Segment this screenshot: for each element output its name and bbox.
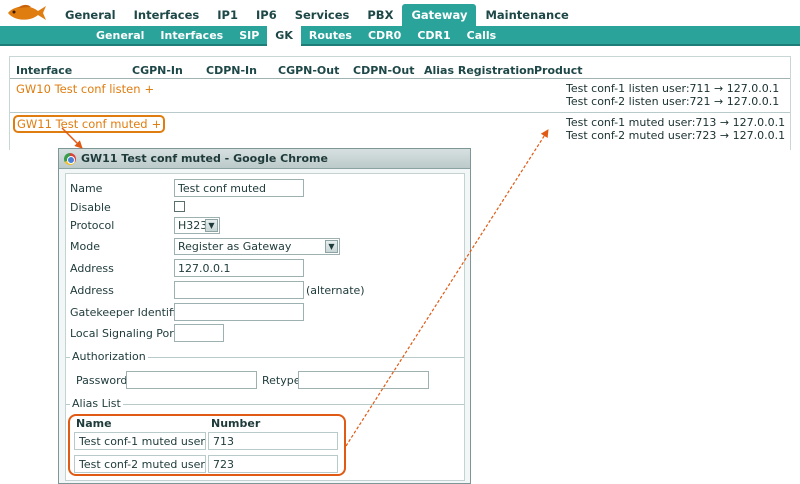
alternate-address-label: Address — [70, 284, 114, 297]
add-plus[interactable]: + — [144, 82, 154, 96]
interface-name: GW10 Test conf listen — [16, 82, 141, 96]
top-nav-interfaces[interactable]: Interfaces — [125, 4, 209, 26]
sub-nav-cdr0[interactable]: CDR0 — [360, 26, 409, 46]
chevron-down-icon[interactable]: ▼ — [205, 219, 218, 232]
top-nav-general[interactable]: General — [56, 4, 125, 26]
alias-text: Test conf-2 listen user:721 — [566, 95, 711, 108]
top-nav-pbx[interactable]: PBX — [358, 4, 402, 26]
arrow-right-icon: → — [719, 129, 730, 142]
col-cgpn-in: CGPN-In — [132, 64, 183, 77]
mode-label: Mode — [70, 240, 100, 253]
arrow-right-icon: → — [714, 95, 724, 108]
local-signaling-port-label: Local Signaling Port — [70, 327, 179, 340]
address-input[interactable] — [174, 259, 304, 277]
col-product: Product — [534, 64, 583, 77]
alias-registration-line: Test conf-2 listen user:721 → 127.0.0.1 — [566, 95, 779, 108]
top-nav-maintenance[interactable]: Maintenance — [476, 4, 577, 26]
protocol-label: Protocol — [70, 219, 115, 232]
interface-name: GW11 Test conf muted — [17, 117, 148, 131]
gatekeeper-identifier-input[interactable] — [174, 303, 304, 321]
retype-input[interactable] — [298, 371, 429, 389]
sub-bar: General Interfaces SIP GK Routes CDR0 CD… — [0, 26, 800, 46]
name-input[interactable] — [174, 179, 304, 197]
sub-nav-sip[interactable]: SIP — [231, 26, 267, 46]
alias-text: Test conf-1 listen user:711 — [566, 82, 711, 95]
sub-nav-routes[interactable]: Routes — [301, 26, 360, 46]
mode-select[interactable]: Register as Gateway ▼ — [174, 238, 340, 255]
top-nav-ip1[interactable]: IP1 — [208, 4, 247, 26]
alias-registration-line: Test conf-1 muted user:713 → 127.0.0.1 — [566, 116, 785, 129]
top-nav-services[interactable]: Services — [286, 4, 359, 26]
sub-nav-calls[interactable]: Calls — [459, 26, 505, 46]
col-cdpn-out: CDPN-Out — [353, 64, 415, 77]
top-nav-gateway[interactable]: Gateway — [402, 4, 477, 26]
alias-text: Test conf-1 muted user:713 — [566, 116, 717, 129]
chrome-icon — [64, 153, 76, 165]
popup-title: GW11 Test conf muted - Google Chrome — [81, 152, 328, 165]
popup-title-bar[interactable]: GW11 Test conf muted - Google Chrome — [59, 149, 470, 169]
mode-value: Register as Gateway — [178, 240, 292, 253]
sub-nav-interfaces[interactable]: Interfaces — [152, 26, 231, 46]
sub-nav-cdr1[interactable]: CDR1 — [409, 26, 458, 46]
chevron-down-icon[interactable]: ▼ — [325, 240, 338, 253]
arrow-right-icon: → — [719, 116, 730, 129]
interface-link-gw11[interactable]: GW11 Test conf muted + — [13, 115, 166, 133]
col-cgpn-out: CGPN-Out — [278, 64, 340, 77]
retype-label: Retype — [262, 374, 301, 387]
alias-address: 127.0.0.1 — [732, 129, 786, 142]
password-input[interactable] — [126, 371, 257, 389]
sub-nav: General Interfaces SIP GK Routes CDR0 CD… — [88, 26, 504, 46]
authorization-section: Authorization — [66, 350, 464, 363]
alias-list-highlight — [68, 414, 346, 476]
alternate-hint: (alternate) — [306, 284, 365, 297]
alias-text: Test conf-2 muted user:723 — [566, 129, 717, 142]
password-label: Password — [76, 374, 128, 387]
top-nav: General Interfaces IP1 IP6 Services PBX … — [56, 4, 578, 26]
authorization-legend: Authorization — [70, 350, 148, 363]
disable-checkbox[interactable] — [174, 201, 185, 212]
top-bar: General Interfaces IP1 IP6 Services PBX … — [0, 0, 800, 26]
sub-nav-gk[interactable]: GK — [267, 26, 301, 46]
col-interface: Interface — [16, 64, 73, 77]
add-plus[interactable]: + — [152, 117, 162, 131]
alternate-address-input[interactable] — [174, 281, 304, 299]
alias-list-section: Alias List — [66, 397, 464, 410]
table-header: Interface CGPN-In CDPN-In CGPN-Out CDPN-… — [10, 63, 790, 79]
protocol-select[interactable]: H323 ▼ — [174, 217, 220, 234]
col-alias-registration: Alias Registration — [424, 64, 535, 77]
table-row: GW10 Test conf listen + Test conf-1 liste… — [10, 79, 790, 113]
local-signaling-port-input[interactable] — [174, 324, 224, 342]
alias-address: 127.0.0.1 — [726, 82, 780, 95]
protocol-value: H323 — [178, 219, 208, 232]
alias-address: 127.0.0.1 — [726, 95, 780, 108]
top-nav-ip6[interactable]: IP6 — [247, 4, 286, 26]
sub-nav-general[interactable]: General — [88, 26, 152, 46]
alias-registration-line: Test conf-2 muted user:723 → 127.0.0.1 — [566, 129, 785, 142]
alias-address: 127.0.0.1 — [732, 116, 786, 129]
gatekeeper-identifier-label: Gatekeeper Identifier — [70, 306, 188, 319]
alias-list-legend: Alias List — [70, 397, 123, 410]
arrow-right-icon: → — [714, 82, 724, 95]
interface-link-gw10[interactable]: GW10 Test conf listen + — [16, 82, 154, 96]
gk-interface-table: Interface CGPN-In CDPN-In CGPN-Out CDPN-… — [9, 56, 791, 150]
table-row: GW11 Test conf muted + Test conf-1 muted … — [10, 113, 790, 149]
col-cdpn-in: CDPN-In — [206, 64, 257, 77]
address-label: Address — [70, 262, 114, 275]
disable-label: Disable — [70, 201, 111, 214]
alias-registration-line: Test conf-1 listen user:711 → 127.0.0.1 — [566, 82, 779, 95]
name-label: Name — [70, 182, 103, 195]
fish-logo-icon[interactable] — [4, 2, 48, 24]
